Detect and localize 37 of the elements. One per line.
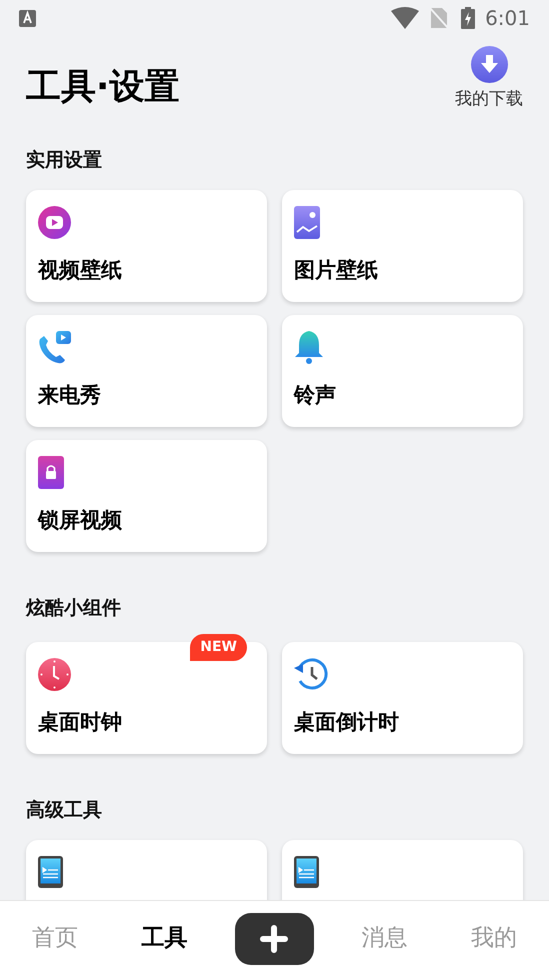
tool-card[interactable]: 图片壁纸: [282, 190, 523, 302]
section-title: 炫酷小组件: [26, 596, 122, 620]
new-badge: NEW: [190, 634, 247, 661]
download-icon: [470, 46, 508, 83]
tool-card[interactable]: 铃声: [282, 314, 523, 426]
nav-tab[interactable]: 工具: [142, 921, 188, 956]
download-button[interactable]: 我的下载: [455, 46, 523, 112]
add-button[interactable]: [234, 912, 314, 964]
tool-label: 桌面时钟: [38, 710, 122, 734]
section-title: 高级工具: [26, 798, 103, 823]
tool-label: 视频壁纸: [38, 258, 122, 282]
tool-card[interactable]: 锁屏视频: [26, 440, 267, 552]
tool-label: 来电秀: [38, 382, 101, 406]
tool-card[interactable]: 桌面倒计时: [282, 642, 523, 754]
section-title: 实用设置: [26, 148, 103, 173]
tool-label: 桌面倒计时: [294, 710, 399, 734]
phone-icon: [294, 856, 319, 888]
tool-label: 图片壁纸: [294, 258, 378, 282]
no-sim-icon: [429, 7, 450, 29]
tool-card[interactable]: 来电秀: [26, 314, 267, 426]
history-icon: [294, 658, 328, 691]
clock-icon: [38, 658, 71, 691]
tool-label: 锁屏视频: [38, 508, 122, 532]
play-icon: [38, 206, 71, 238]
status-time: 6:01: [485, 5, 530, 32]
keyboard-icon: [19, 10, 36, 26]
tool-card[interactable]: 视频壁纸: [26, 190, 267, 302]
image-icon: [294, 206, 320, 238]
phone-icon: [38, 856, 63, 888]
phone-call-icon: [38, 330, 71, 364]
tool-label: 铃声: [294, 382, 336, 406]
battery-icon: [461, 7, 476, 29]
bell-icon: [294, 330, 324, 364]
plus-icon: [260, 924, 288, 952]
wifi-icon: [391, 7, 420, 29]
lock-icon: [38, 456, 64, 488]
page-title: 工具·设置: [26, 66, 180, 109]
